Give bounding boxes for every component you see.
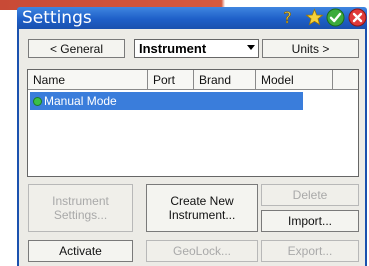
- instrument-settings-line1: Instrument: [52, 194, 109, 208]
- column-header-model[interactable]: Model: [256, 70, 333, 90]
- column-header-port[interactable]: Port: [148, 70, 194, 90]
- dropdown-value: Instrument: [139, 41, 207, 56]
- settings-panel: < General Instrument Units > Name Port B…: [17, 29, 367, 266]
- svg-text:?: ?: [283, 8, 292, 27]
- create-new-line1: Create New: [170, 194, 234, 208]
- favorite-star-icon[interactable]: [305, 8, 324, 27]
- chevron-down-icon: [247, 45, 255, 50]
- prev-general-button[interactable]: < General: [28, 39, 125, 58]
- title-bar: Settings ?: [17, 7, 367, 29]
- create-new-line2: Instrument...: [168, 208, 236, 222]
- geolock-button[interactable]: GeoLock...: [146, 240, 258, 262]
- instrument-table[interactable]: Name Port Brand Model Manual Mode: [27, 69, 359, 177]
- activate-button[interactable]: Activate: [28, 240, 133, 262]
- close-x-icon[interactable]: [348, 8, 367, 27]
- column-header-brand[interactable]: Brand: [194, 70, 256, 90]
- import-button[interactable]: Import...: [261, 210, 359, 232]
- create-new-instrument-button[interactable]: Create New Instrument...: [146, 184, 258, 232]
- instrument-settings-line2: Settings...: [53, 208, 108, 222]
- delete-button[interactable]: Delete: [261, 184, 359, 206]
- next-units-button[interactable]: Units >: [262, 39, 359, 58]
- column-header-filler: [333, 70, 358, 90]
- status-dot-icon: [33, 97, 42, 106]
- export-button[interactable]: Export...: [261, 240, 359, 262]
- row-name: Manual Mode: [44, 94, 117, 108]
- category-dropdown[interactable]: Instrument: [134, 39, 259, 58]
- column-header-name[interactable]: Name: [28, 70, 148, 90]
- help-question-icon[interactable]: ?: [278, 8, 297, 27]
- instrument-settings-button[interactable]: Instrument Settings...: [28, 184, 133, 232]
- window-title: Settings: [22, 8, 92, 28]
- table-row[interactable]: Manual Mode: [30, 92, 303, 110]
- ok-check-icon[interactable]: [326, 8, 345, 27]
